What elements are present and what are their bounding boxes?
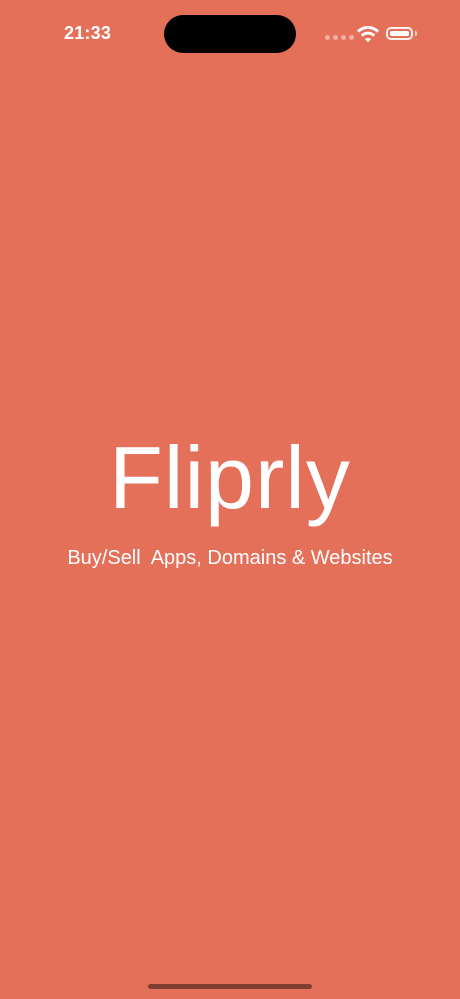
status-time: 21:33	[64, 23, 112, 43]
splash-brand: Fliprly Buy/Sell Apps, Domains & Website…	[0, 434, 460, 570]
battery-icon	[386, 27, 413, 40]
cellular-signal-icon	[325, 35, 354, 40]
wifi-icon	[357, 26, 379, 43]
status-bar: 21:33	[0, 0, 460, 70]
tagline: Buy/Sell Apps, Domains & Websites	[67, 547, 393, 569]
home-indicator[interactable]	[148, 984, 312, 989]
dynamic-island	[164, 15, 296, 53]
app-title: Fliprly	[109, 428, 351, 527]
battery-cap	[415, 31, 417, 36]
